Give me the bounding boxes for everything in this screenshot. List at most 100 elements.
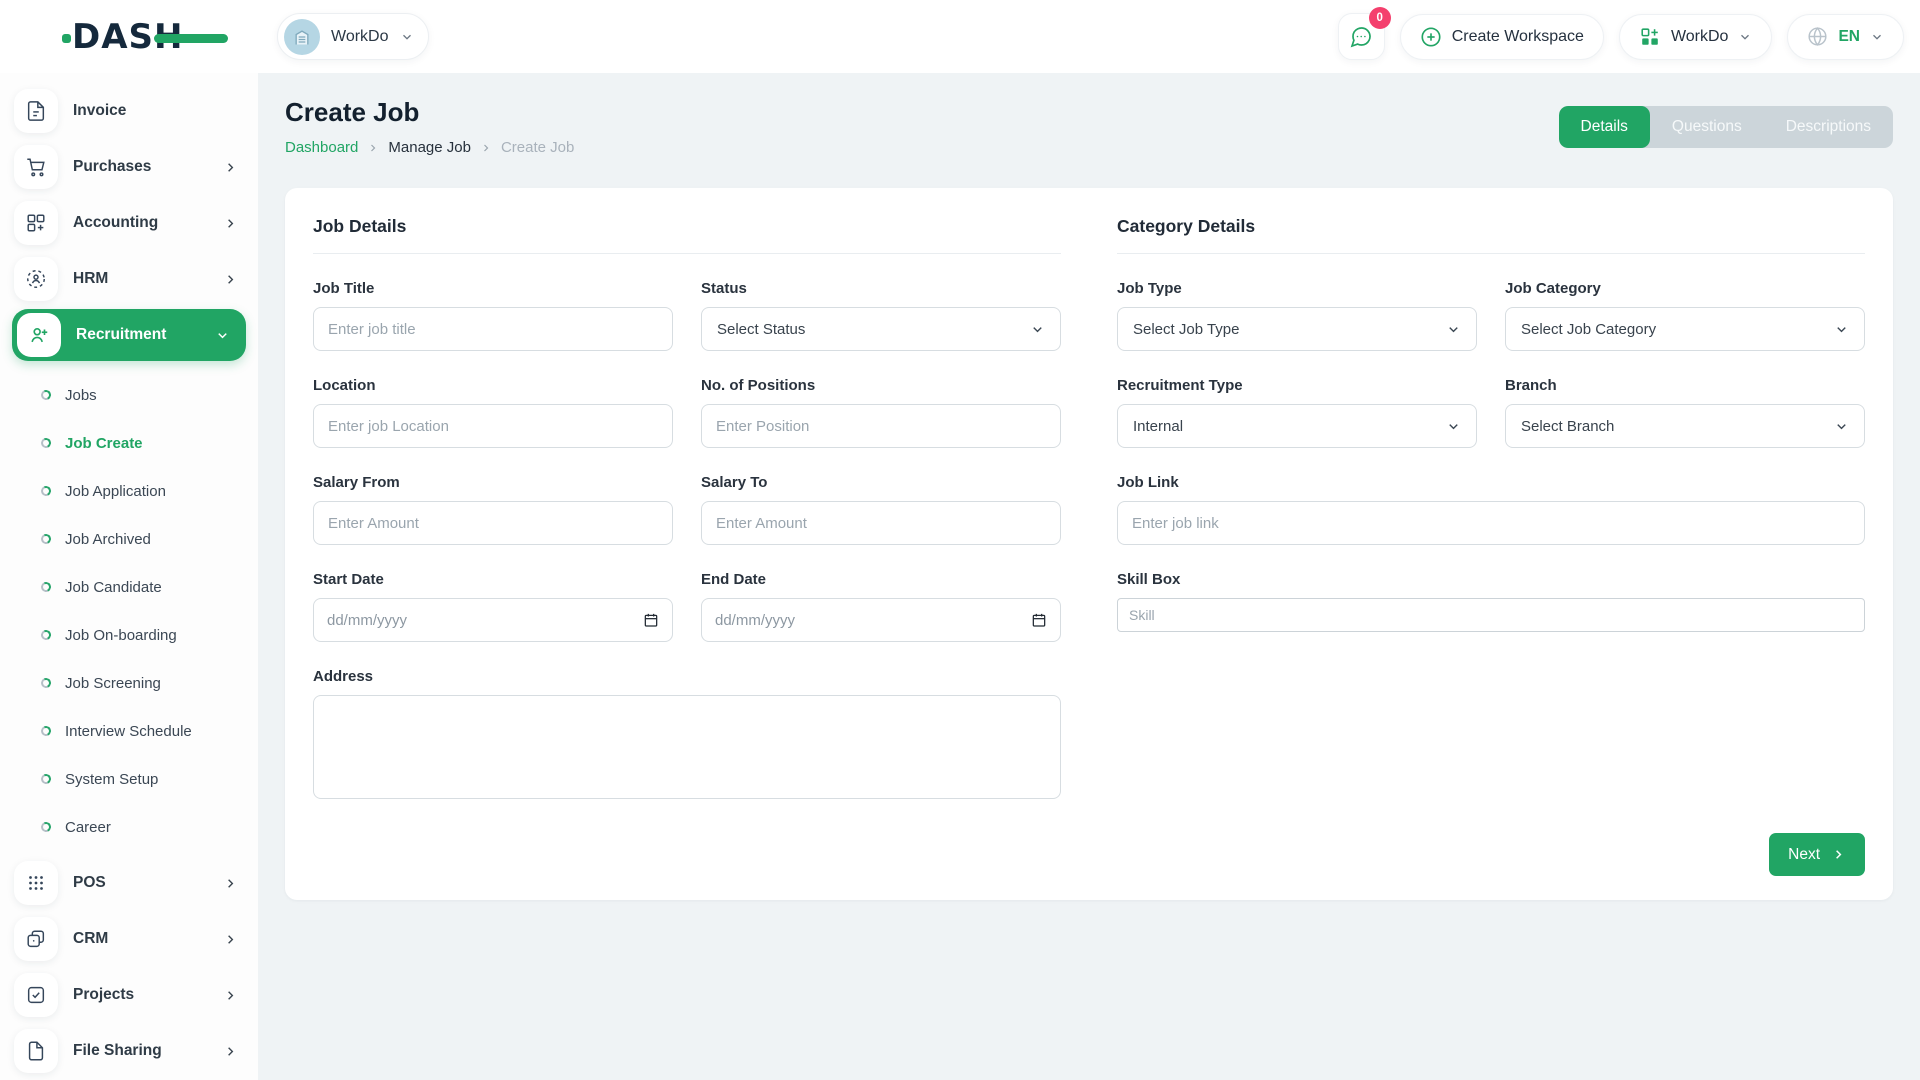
chevron-down-icon <box>215 328 230 343</box>
bullet-icon <box>40 725 53 738</box>
breadcrumb-current: Create Job <box>501 139 574 156</box>
sidebar-subitem-career[interactable]: Career <box>0 803 258 851</box>
sidebar-item-invoice[interactable]: Invoice <box>0 83 258 139</box>
salary-from-input[interactable] <box>313 501 673 545</box>
sidebar-item-projects[interactable]: Projects <box>0 967 258 1023</box>
sidebar-subitem-job-screening[interactable]: Job Screening <box>0 659 258 707</box>
location-input[interactable] <box>313 404 673 448</box>
sidebar-item-recruitment[interactable]: Recruitment <box>12 309 246 361</box>
sidebar-item-accounting[interactable]: Accounting <box>0 195 258 251</box>
breadcrumb-manage-job[interactable]: Manage Job <box>388 139 471 156</box>
chevron-right-icon <box>223 160 238 175</box>
tab-details[interactable]: Details <box>1559 106 1650 148</box>
end-date-label: End Date <box>701 571 1061 588</box>
account-menu-button[interactable]: WorkDo <box>1619 14 1773 60</box>
create-workspace-button[interactable]: Create Workspace <box>1400 14 1604 60</box>
chevron-down-icon <box>1446 419 1461 434</box>
status-label: Status <box>701 280 1061 297</box>
wizard-tabs: Details Questions Descriptions <box>1559 106 1893 148</box>
job-link-input[interactable] <box>1117 501 1865 545</box>
messages-count-badge: 0 <box>1369 7 1391 29</box>
page-title: Create Job <box>285 97 574 128</box>
chevron-down-icon <box>1738 30 1752 44</box>
chevron-right-icon <box>1831 847 1846 862</box>
chevron-down-icon <box>1834 419 1849 434</box>
sidebar-item-label: Accounting <box>73 214 158 232</box>
chevron-right-icon <box>223 876 238 891</box>
job-type-label: Job Type <box>1117 280 1477 297</box>
sidebar-item-file-sharing[interactable]: File Sharing <box>0 1023 258 1079</box>
sidebar-item-label: Purchases <box>73 158 151 176</box>
create-workspace-label: Create Workspace <box>1452 28 1584 46</box>
building-icon <box>292 27 312 47</box>
branch-label: Branch <box>1505 377 1865 394</box>
logo-bar <box>154 34 228 43</box>
bullet-icon <box>40 629 53 642</box>
chevron-right-icon <box>223 216 238 231</box>
job-title-input[interactable] <box>313 307 673 351</box>
chevron-down-icon <box>1870 30 1884 44</box>
next-button[interactable]: Next <box>1769 833 1865 876</box>
branch-select[interactable]: Select Branch <box>1505 404 1865 448</box>
skill-input[interactable] <box>1117 598 1865 632</box>
accounting-icon <box>14 201 58 245</box>
chevron-right-icon <box>223 932 238 947</box>
salary-to-label: Salary To <box>701 474 1061 491</box>
sidebar-subitem-job-archived[interactable]: Job Archived <box>0 515 258 563</box>
sidebar-subitem-job-application[interactable]: Job Application <box>0 467 258 515</box>
breadcrumb-dashboard[interactable]: Dashboard <box>285 139 358 156</box>
workspace-avatar <box>284 19 320 55</box>
salary-to-input[interactable] <box>701 501 1061 545</box>
recruitment-type-select[interactable]: Internal <box>1117 404 1477 448</box>
recruitment-type-label: Recruitment Type <box>1117 377 1477 394</box>
globe-icon <box>1807 26 1828 47</box>
sidebar-item-hrm[interactable]: HRM <box>0 251 258 307</box>
job-type-select[interactable]: Select Job Type <box>1117 307 1477 351</box>
tab-descriptions[interactable]: Descriptions <box>1764 106 1893 148</box>
recruitment-submenu: Jobs Job Create Job Application Job Arch… <box>0 363 258 855</box>
divider <box>313 253 1061 254</box>
skill-box-label: Skill Box <box>1117 571 1865 588</box>
end-date-input[interactable]: dd/mm/yyyy <box>701 598 1061 642</box>
job-link-label: Job Link <box>1117 474 1865 491</box>
invoice-icon <box>14 89 58 133</box>
sidebar-item-pos[interactable]: POS <box>0 855 258 911</box>
language-selector[interactable]: EN <box>1787 14 1904 60</box>
sidebar-item-label: CRM <box>73 930 108 948</box>
workspace-name: WorkDo <box>331 28 389 46</box>
sidebar-subitem-interview-schedule[interactable]: Interview Schedule <box>0 707 258 755</box>
messages-button[interactable]: 0 <box>1338 13 1385 60</box>
sidebar-subitem-job-onboarding[interactable]: Job On-boarding <box>0 611 258 659</box>
sidebar-item-label: Invoice <box>73 102 126 120</box>
chevron-right-icon <box>223 988 238 1003</box>
workspace-switcher[interactable]: WorkDo <box>277 13 429 60</box>
start-date-input[interactable]: dd/mm/yyyy <box>313 598 673 642</box>
sidebar-item-crm[interactable]: CRM <box>0 911 258 967</box>
crm-icon <box>14 917 58 961</box>
sidebar: Invoice Purchases Accounting <box>0 73 258 1080</box>
sidebar-subitem-job-candidate[interactable]: Job Candidate <box>0 563 258 611</box>
sidebar-subitem-job-create[interactable]: Job Create <box>0 419 258 467</box>
job-category-select[interactable]: Select Job Category <box>1505 307 1865 351</box>
sidebar-item-purchases[interactable]: Purchases <box>0 139 258 195</box>
main-content: Create Job Dashboard Manage Job Create J… <box>258 73 1920 1080</box>
status-select[interactable]: Select Status <box>701 307 1061 351</box>
chevron-down-icon <box>400 30 414 44</box>
calendar-icon <box>1031 612 1047 628</box>
sidebar-item-label: POS <box>73 874 106 892</box>
tab-questions[interactable]: Questions <box>1650 106 1764 148</box>
bullet-icon <box>40 677 53 690</box>
chevron-right-icon <box>223 272 238 287</box>
sidebar-subitem-system-setup[interactable]: System Setup <box>0 755 258 803</box>
address-textarea[interactable] <box>313 695 1061 799</box>
breadcrumb: Dashboard Manage Job Create Job <box>285 139 574 156</box>
app-logo: DASH <box>72 15 222 59</box>
bullet-icon <box>40 581 53 594</box>
sidebar-item-label: Projects <box>73 986 134 1004</box>
divider <box>1117 253 1865 254</box>
chevron-right-icon <box>480 142 492 154</box>
projects-icon <box>14 973 58 1017</box>
positions-input[interactable] <box>701 404 1061 448</box>
bullet-icon <box>40 821 53 834</box>
sidebar-subitem-jobs[interactable]: Jobs <box>0 371 258 419</box>
